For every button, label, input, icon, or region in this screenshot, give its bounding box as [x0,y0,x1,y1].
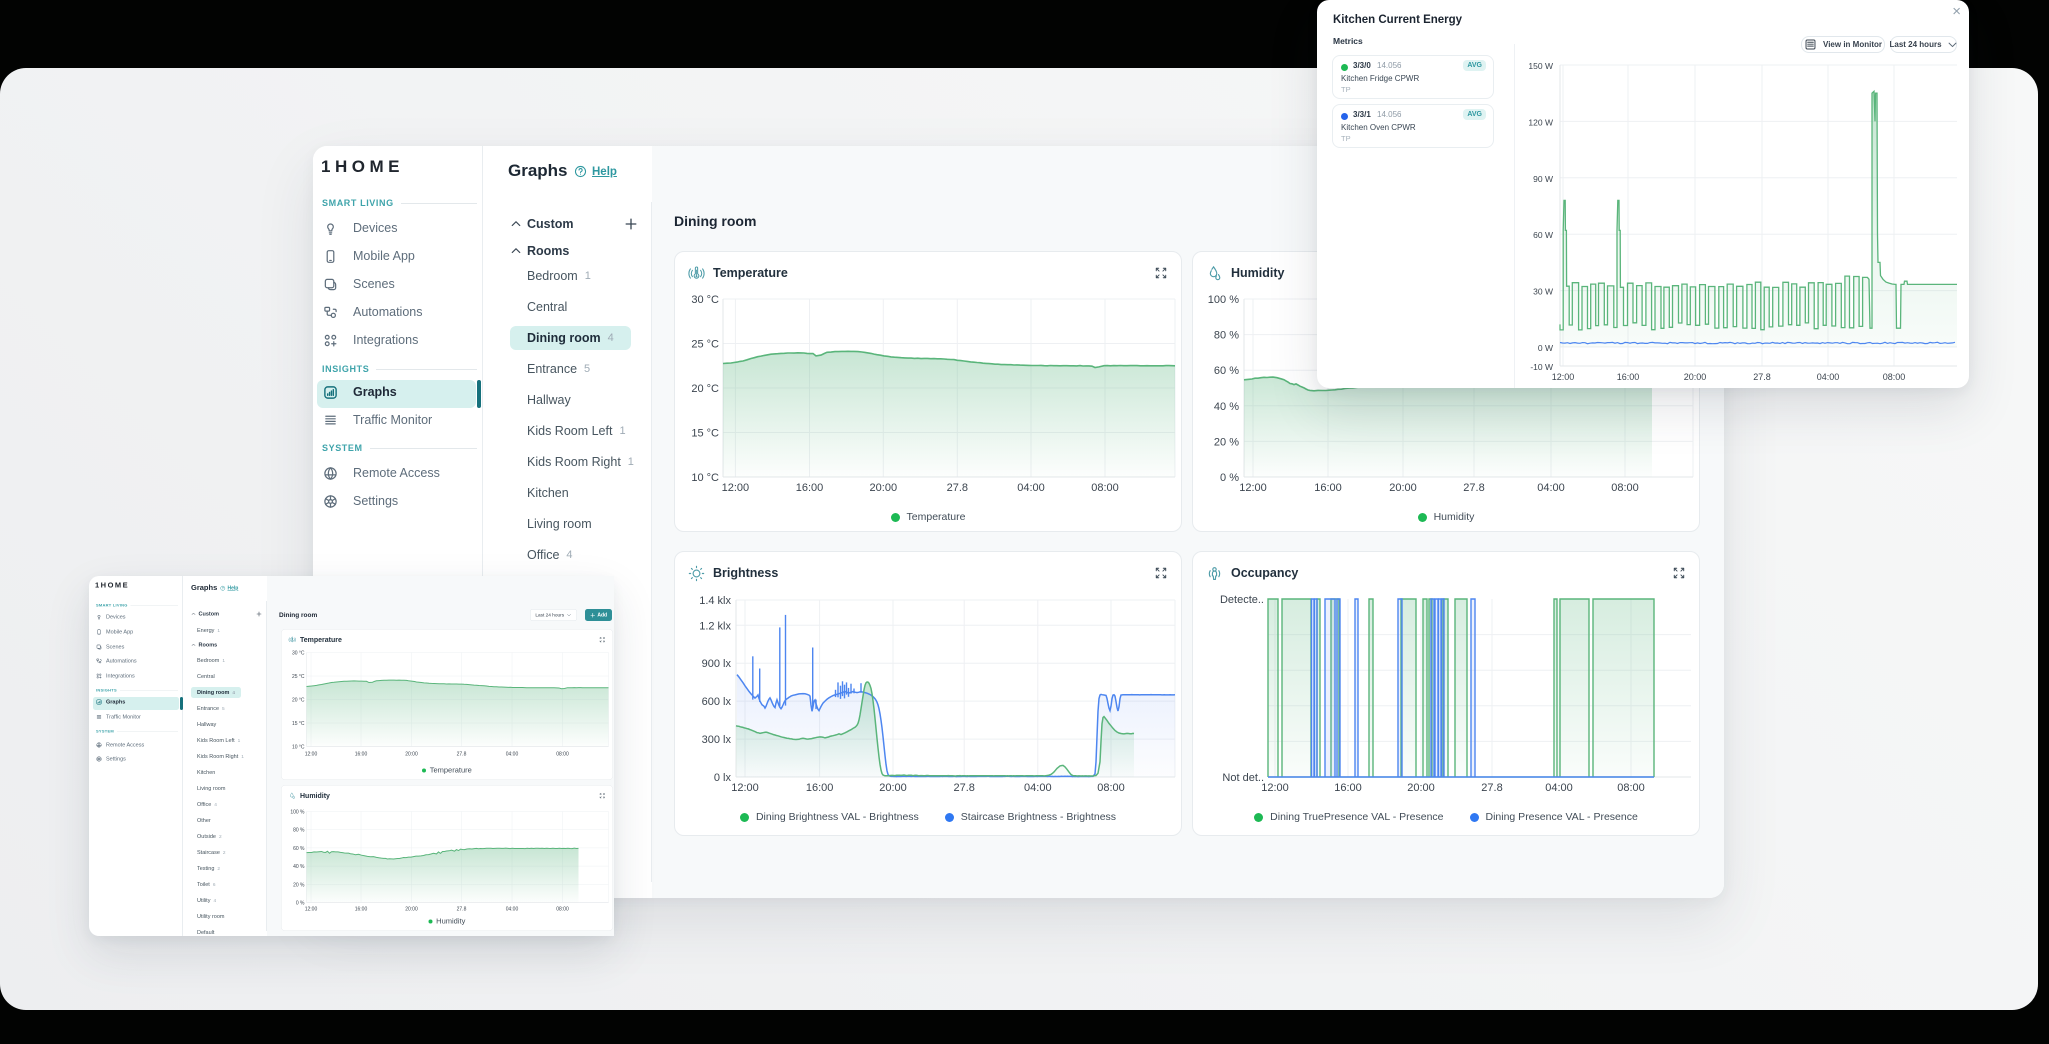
svg-text:20:00: 20:00 [879,782,907,794]
svg-text:60 %: 60 % [293,846,305,852]
svg-text:120 W: 120 W [1528,117,1553,127]
svg-text:15 °C: 15 °C [292,721,305,727]
svg-text:16:00: 16:00 [355,752,368,758]
svg-text:80 %: 80 % [293,828,305,834]
svg-text:12:00: 12:00 [305,752,318,758]
svg-text:900 lx: 900 lx [702,658,732,670]
svg-text:04:00: 04:00 [1024,782,1052,794]
svg-text:30 °C: 30 °C [691,294,719,306]
svg-text:20:00: 20:00 [405,907,418,913]
svg-text:16:00: 16:00 [806,782,834,794]
svg-text:1.2 klx: 1.2 klx [699,620,731,632]
svg-text:08:00: 08:00 [1091,482,1119,494]
svg-text:27.8: 27.8 [457,907,467,913]
svg-text:1.4 klx: 1.4 klx [699,595,731,607]
svg-text:600 lx: 600 lx [702,696,732,708]
svg-text:04:00: 04:00 [506,907,519,913]
svg-text:40 %: 40 % [293,864,305,870]
svg-text:08:00: 08:00 [556,752,569,758]
svg-text:27.8: 27.8 [1463,482,1484,494]
svg-text:20:00: 20:00 [405,752,418,758]
svg-text:27.8: 27.8 [1753,372,1771,382]
svg-text:12:00: 12:00 [722,482,750,494]
svg-text:20:00: 20:00 [1684,372,1707,382]
svg-text:12:00: 12:00 [1552,372,1575,382]
svg-text:Detecte..: Detecte.. [1220,594,1264,606]
svg-text:30 °C: 30 °C [292,651,305,657]
svg-text:10 °C: 10 °C [691,472,719,484]
svg-text:27.8: 27.8 [953,782,974,794]
svg-text:16:00: 16:00 [796,482,824,494]
svg-text:12:00: 12:00 [1261,782,1289,794]
svg-text:20 °C: 20 °C [691,383,719,395]
svg-text:25 °C: 25 °C [691,339,719,351]
svg-text:100 %: 100 % [290,810,305,816]
svg-text:04:00: 04:00 [1545,782,1573,794]
svg-text:100 %: 100 % [1208,294,1239,306]
svg-text:-10 W: -10 W [1530,362,1553,372]
svg-text:20 %: 20 % [1214,436,1239,448]
svg-text:27.8: 27.8 [947,482,968,494]
svg-text:12:00: 12:00 [1239,482,1267,494]
svg-text:80 %: 80 % [1214,330,1239,342]
svg-text:10 °C: 10 °C [292,745,305,751]
svg-text:04:00: 04:00 [1537,482,1565,494]
svg-text:20 °C: 20 °C [292,698,305,704]
svg-text:20:00: 20:00 [1389,482,1417,494]
svg-text:16:00: 16:00 [1334,782,1362,794]
svg-text:08:00: 08:00 [1097,782,1125,794]
svg-text:0 %: 0 % [1220,472,1239,484]
svg-text:08:00: 08:00 [1883,372,1906,382]
svg-text:12:00: 12:00 [305,907,318,913]
svg-text:30 W: 30 W [1533,287,1553,297]
svg-text:0 W: 0 W [1538,343,1553,353]
svg-text:25 °C: 25 °C [292,674,305,680]
svg-text:27.8: 27.8 [457,752,467,758]
svg-text:04:00: 04:00 [1017,482,1045,494]
svg-text:04:00: 04:00 [506,752,519,758]
svg-text:16:00: 16:00 [1314,482,1342,494]
svg-text:300 lx: 300 lx [702,734,732,746]
svg-text:08:00: 08:00 [1611,482,1639,494]
svg-text:27.8: 27.8 [1481,782,1502,794]
svg-text:20:00: 20:00 [870,482,898,494]
svg-text:Not det..: Not det.. [1222,772,1264,784]
svg-text:20:00: 20:00 [1407,782,1435,794]
svg-text:90 W: 90 W [1533,174,1553,184]
svg-text:0 %: 0 % [296,901,305,907]
svg-text:16:00: 16:00 [1617,372,1640,382]
svg-text:60 %: 60 % [1214,365,1239,377]
svg-text:08:00: 08:00 [556,907,569,913]
svg-text:08:00: 08:00 [1617,782,1645,794]
svg-text:12:00: 12:00 [731,782,759,794]
svg-text:0 lx: 0 lx [714,772,732,784]
svg-text:16:00: 16:00 [355,907,368,913]
svg-text:20 %: 20 % [293,882,305,888]
svg-text:15 °C: 15 °C [691,428,719,440]
svg-text:150 W: 150 W [1528,61,1553,71]
svg-text:60 W: 60 W [1533,230,1553,240]
svg-text:40 %: 40 % [1214,401,1239,413]
svg-text:04:00: 04:00 [1817,372,1840,382]
